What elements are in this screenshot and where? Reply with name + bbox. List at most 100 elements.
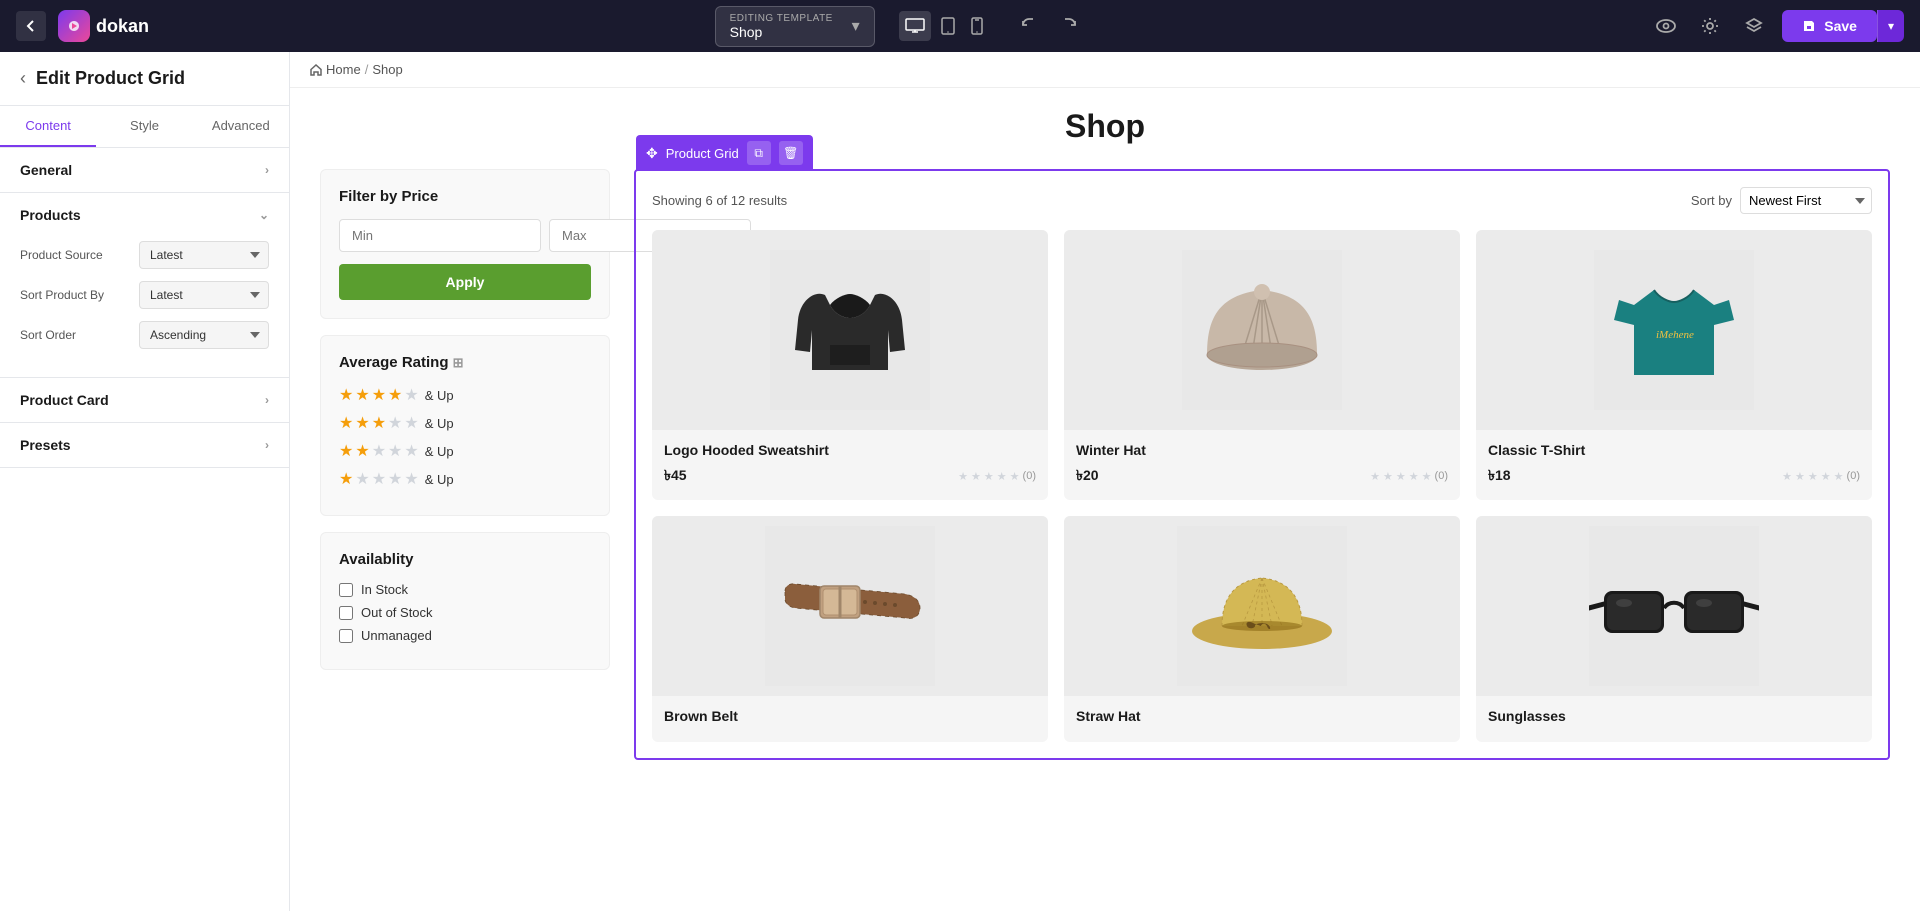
preview-button[interactable] xyxy=(1650,10,1682,42)
price-min-input[interactable] xyxy=(339,219,541,252)
mobile-view-button[interactable] xyxy=(965,11,989,41)
filter-rating-title: Average Rating ⊞ xyxy=(339,354,591,371)
product-info-straw-hat: Straw Hat xyxy=(1064,696,1460,742)
avail-in-stock[interactable]: In Stock xyxy=(339,582,591,597)
star-3: ★ xyxy=(372,469,386,489)
template-name: Shop xyxy=(730,24,833,40)
save-dropdown-button[interactable]: ▾ xyxy=(1877,10,1904,42)
product-info-tshirt: Classic T-Shirt ৳18 ★ ★ ★ ★ xyxy=(1476,430,1872,500)
star-2: ★ xyxy=(355,441,369,461)
rating-up-3: & Up xyxy=(425,416,454,431)
star-1: ★ xyxy=(339,413,353,433)
settings-button[interactable] xyxy=(1694,10,1726,42)
save-button[interactable]: Save xyxy=(1782,10,1877,42)
section-products-header[interactable]: Products ⌄ xyxy=(0,193,289,237)
section-product-card-header[interactable]: Product Card › xyxy=(0,378,289,422)
product-card-winter-hat[interactable]: Winter Hat ৳20 ★ ★ ★ ★ xyxy=(1064,230,1460,500)
filter-sidebar: Filter by Price Apply Average Rating xyxy=(320,169,610,760)
rating-count-winter-hat: (0) xyxy=(1435,470,1448,482)
sort-product-by-select[interactable]: Latest xyxy=(139,281,269,309)
avail-in-stock-checkbox[interactable] xyxy=(339,583,353,597)
section-products-content: Product Source Latest Sort Product By La… xyxy=(0,237,289,377)
star-5: ★ xyxy=(404,469,418,489)
product-card-straw-hat[interactable]: Straw Hat xyxy=(1064,516,1460,742)
product-rating-hoodie: ★ ★ ★ ★ ★ (0) xyxy=(958,470,1036,483)
product-grid-move-icon: ✥ xyxy=(646,145,658,162)
panel-header: ‹ Edit Product Grid xyxy=(0,52,289,106)
desktop-view-button[interactable] xyxy=(899,11,931,41)
rating-row-3[interactable]: ★ ★ ★ ★ ★ & Up xyxy=(339,413,591,433)
product-footer-hoodie: ৳45 ★ ★ ★ ★ ★ (0) xyxy=(664,464,1036,488)
product-grid-delete-button[interactable]: 🗑 xyxy=(779,141,803,165)
template-editing-label: EDITING TEMPLATE xyxy=(730,13,833,24)
product-card-sunglasses[interactable]: Sunglasses xyxy=(1476,516,1872,742)
sort-order-label: Sort Order xyxy=(20,328,139,342)
star-5: ★ xyxy=(404,441,418,461)
section-products-label: Products xyxy=(20,207,81,223)
shop-container: Shop Filter by Price Apply xyxy=(290,88,1920,780)
tab-content[interactable]: Content xyxy=(0,106,96,147)
section-general-header[interactable]: General › xyxy=(0,148,289,192)
product-source-select[interactable]: Latest xyxy=(139,241,269,269)
sort-select[interactable]: Newest First Oldest First Price Low to H… xyxy=(1740,187,1872,214)
product-name-hoodie: Logo Hooded Sweatshirt xyxy=(664,442,1036,458)
section-product-card: Product Card › xyxy=(0,378,289,423)
undo-button[interactable] xyxy=(1013,10,1045,42)
rating-row-4[interactable]: ★ ★ ★ ★ ★ & Up xyxy=(339,385,591,405)
rating-row-2[interactable]: ★ ★ ★ ★ ★ & Up xyxy=(339,441,591,461)
product-rating-winter-hat: ★ ★ ★ ★ ★ (0) xyxy=(1370,470,1448,483)
section-general: General › xyxy=(0,148,289,193)
breadcrumb-current: Shop xyxy=(372,62,402,77)
rating-stars-1: ★ ★ ★ ★ ★ xyxy=(339,469,419,489)
layers-button[interactable] xyxy=(1738,10,1770,42)
product-grid-toolbar: ✥ Product Grid ⧉ 🗑 xyxy=(636,135,813,171)
save-label: Save xyxy=(1824,18,1857,34)
product-image-straw-hat xyxy=(1064,516,1460,696)
product-source-label: Product Source xyxy=(20,248,139,262)
sort-by-label: Sort by xyxy=(1691,193,1732,208)
shop-layout: Filter by Price Apply Average Rating xyxy=(320,169,1890,760)
filter-price-title: Filter by Price xyxy=(339,188,591,205)
star-4: ★ xyxy=(388,441,402,461)
avail-unmanaged[interactable]: Unmanaged xyxy=(339,628,591,643)
history-controls xyxy=(1013,10,1085,42)
section-presets-header[interactable]: Presets › xyxy=(0,423,289,467)
grid-header: Showing 6 of 12 results Sort by Newest F… xyxy=(652,187,1872,214)
avail-out-of-stock-checkbox[interactable] xyxy=(339,606,353,620)
star-5: ★ xyxy=(404,413,418,433)
product-info-winter-hat: Winter Hat ৳20 ★ ★ ★ ★ xyxy=(1064,430,1460,500)
avail-unmanaged-label: Unmanaged xyxy=(361,628,432,643)
panel-back-button[interactable]: ‹ xyxy=(20,68,26,89)
redo-button[interactable] xyxy=(1053,10,1085,42)
avail-out-of-stock-label: Out of Stock xyxy=(361,605,433,620)
product-card-belt[interactable]: Brown Belt xyxy=(652,516,1048,742)
product-image-winter-hat xyxy=(1064,230,1460,430)
product-card-tshirt[interactable]: iMehene Classic T-Shirt ৳18 xyxy=(1476,230,1872,500)
rating-row-1[interactable]: ★ ★ ★ ★ ★ & Up xyxy=(339,469,591,489)
product-price-winter-hat: ৳20 xyxy=(1076,464,1099,488)
rating-up-4: & Up xyxy=(425,388,454,403)
section-products-arrow: ⌄ xyxy=(259,208,269,222)
tab-advanced[interactable]: Advanced xyxy=(193,106,289,147)
star-2: ★ xyxy=(355,469,369,489)
left-panel: ‹ Edit Product Grid Content Style Advanc… xyxy=(0,52,290,911)
template-selector[interactable]: EDITING TEMPLATE Shop ▾ xyxy=(715,6,875,47)
logo-icon xyxy=(58,10,90,42)
avail-out-of-stock[interactable]: Out of Stock xyxy=(339,605,591,620)
product-card-hoodie[interactable]: Logo Hooded Sweatshirt ৳45 ★ ★ ★ ★ xyxy=(652,230,1048,500)
section-presets: Presets › xyxy=(0,423,289,468)
apply-button[interactable]: Apply xyxy=(339,264,591,300)
tab-style[interactable]: Style xyxy=(96,106,192,147)
template-dropdown-icon: ▾ xyxy=(852,16,860,36)
rating-up-2: & Up xyxy=(425,444,454,459)
product-grid-inner: Showing 6 of 12 results Sort by Newest F… xyxy=(636,171,1888,758)
tablet-view-button[interactable] xyxy=(935,11,961,41)
avail-unmanaged-checkbox[interactable] xyxy=(339,629,353,643)
rating-count-tshirt: (0) xyxy=(1847,470,1860,482)
star-4: ★ xyxy=(388,385,402,405)
sort-order-select[interactable]: Ascending xyxy=(139,321,269,349)
save-wrapper: Save ▾ xyxy=(1782,10,1904,42)
product-grid-copy-button[interactable]: ⧉ xyxy=(747,141,771,165)
back-button[interactable] xyxy=(16,11,46,41)
grid-sort: Sort by Newest First Oldest First Price … xyxy=(1691,187,1872,214)
